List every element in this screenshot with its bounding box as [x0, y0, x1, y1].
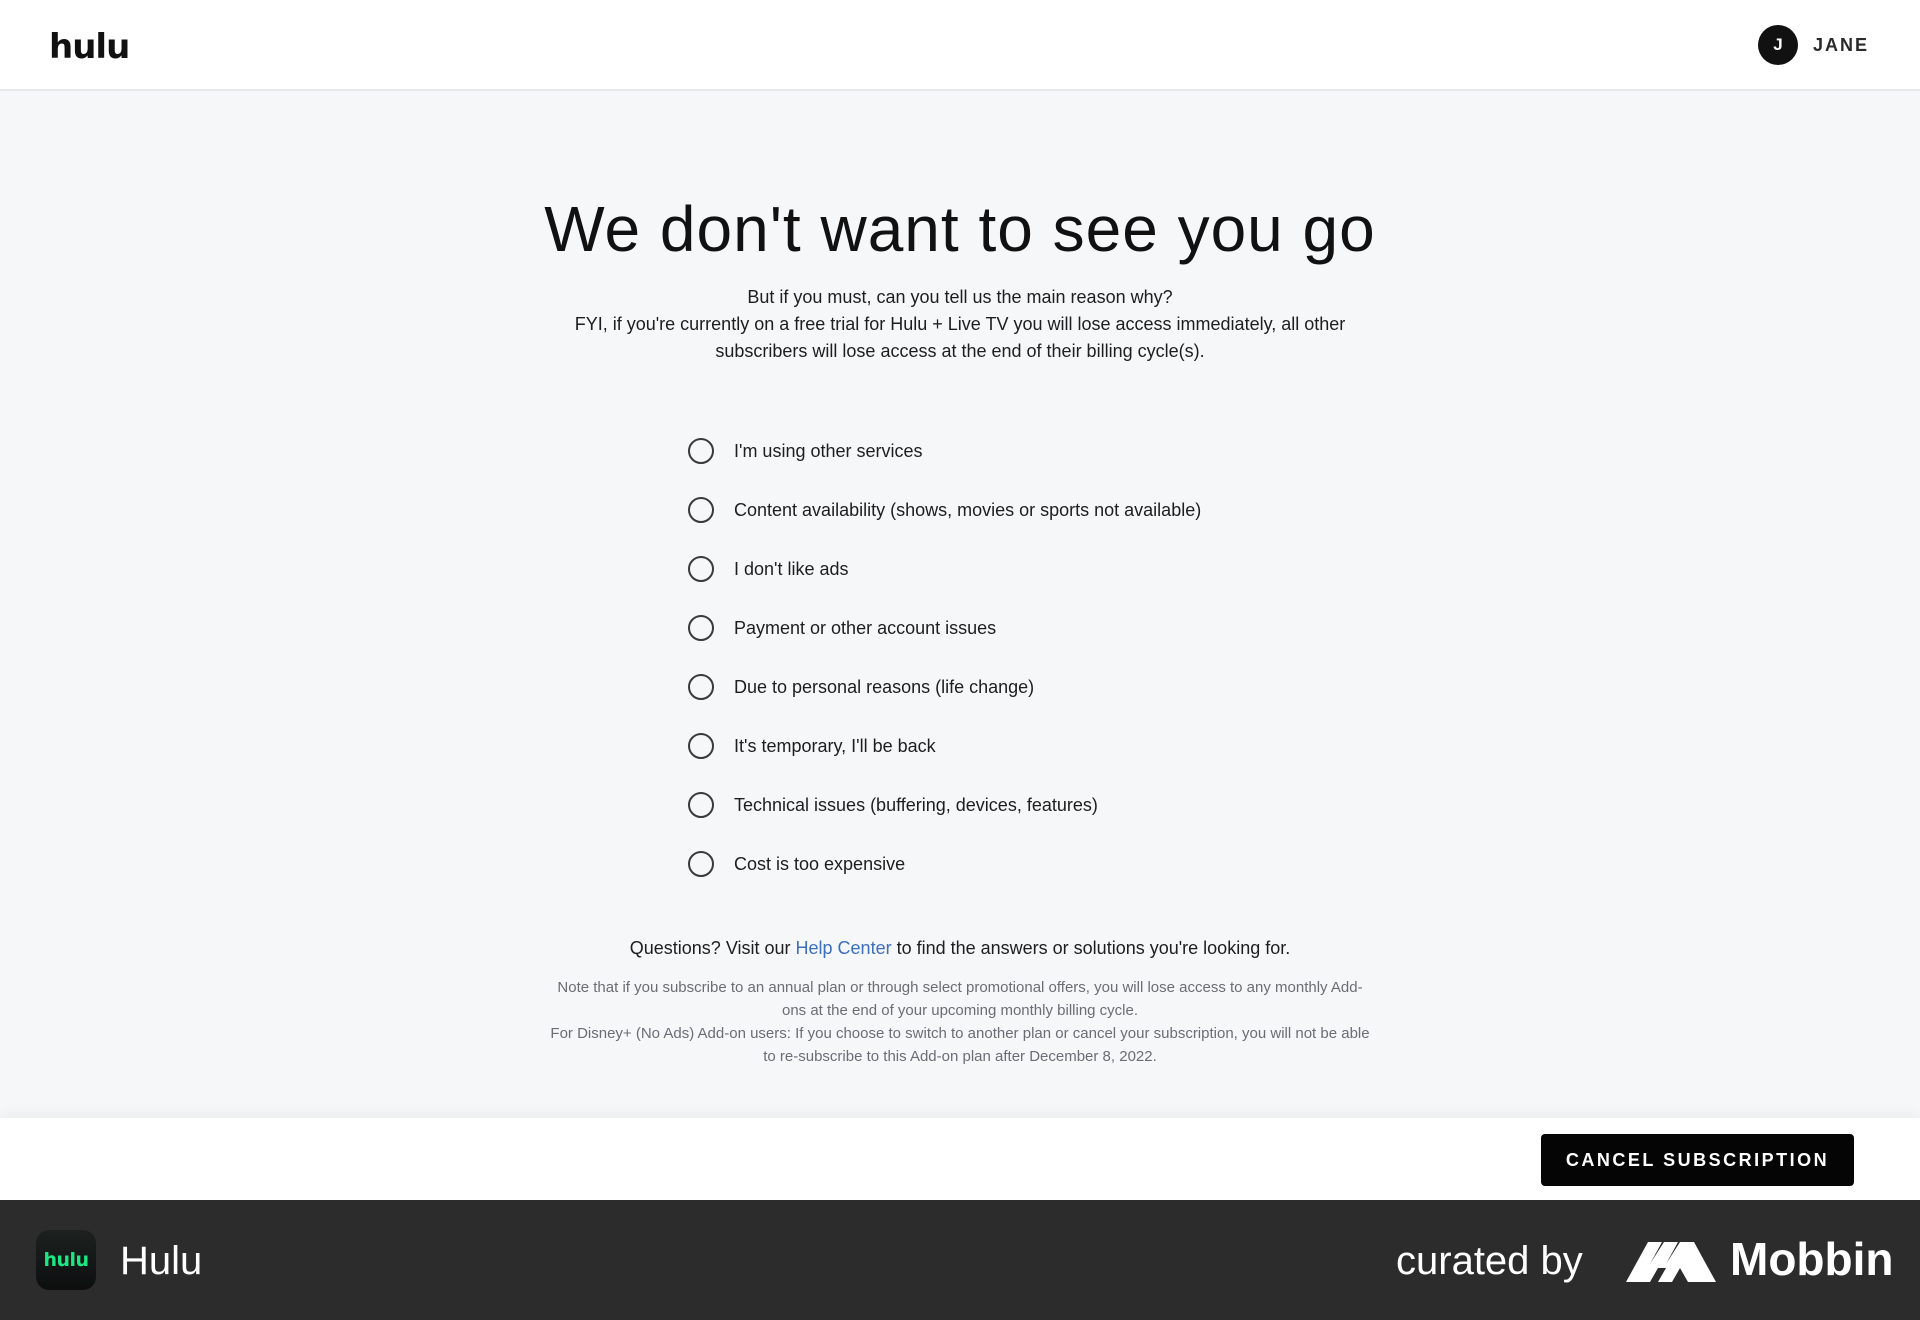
note-disney-addon: For Disney+ (No Ads) Add-on users: If yo… — [550, 1025, 1370, 1065]
reason-label: Cost is too expensive — [734, 853, 906, 874]
mobbin-logo-icon — [1626, 1242, 1716, 1282]
radio-button[interactable] — [688, 673, 714, 700]
reason-option[interactable]: It's temporary, I'll be back — [688, 716, 1388, 775]
page-title: We don't want to see you go — [544, 193, 1376, 265]
reason-option[interactable]: Content availability (shows, movies or s… — [688, 480, 1388, 539]
radio-button[interactable] — [688, 555, 714, 582]
hulu-logo[interactable]: hulu — [49, 28, 130, 66]
reason-label: Due to personal reasons (life change) — [734, 676, 1035, 697]
note-annual-plan: Note that if you subscribe to an annual … — [557, 979, 1363, 1019]
reason-label: I don't like ads — [734, 558, 849, 579]
radio-button[interactable] — [688, 850, 714, 877]
profile-name[interactable]: JANE — [1813, 35, 1869, 56]
reason-label: I'm using other services — [734, 440, 923, 461]
profile-menu[interactable]: J JANE — [1757, 25, 1869, 65]
reason-option[interactable]: Technical issues (buffering, devices, fe… — [688, 775, 1388, 834]
curation-footer: hulu Hulu curated by Mobbin — [0, 1200, 1920, 1320]
reason-option[interactable]: Cost is too expensive — [688, 834, 1388, 893]
reason-radio-group: I'm using other services Content availab… — [688, 421, 1388, 893]
avatar[interactable]: J — [1757, 25, 1798, 65]
reason-label: Payment or other account issues — [734, 617, 997, 638]
questions-prefix: Questions? Visit our — [629, 938, 796, 958]
reason-label: Technical issues (buffering, devices, fe… — [734, 794, 1098, 815]
curated-by-label: curated by — [1396, 1239, 1583, 1283]
reason-option[interactable]: I'm using other services — [688, 421, 1388, 480]
reason-option[interactable]: I don't like ads — [688, 539, 1388, 598]
questions-suffix: to find the answers or solutions you're … — [891, 938, 1291, 958]
hulu-app-icon: hulu — [36, 1230, 96, 1290]
reason-option[interactable]: Due to personal reasons (life change) — [688, 657, 1388, 716]
app-icon-text: hulu — [43, 1249, 89, 1271]
top-header: hulu J JANE — [0, 0, 1920, 91]
mobbin-brand-name: Mobbin — [1730, 1233, 1894, 1285]
subtitle-question: But if you must, can you tell us the mai… — [747, 287, 1173, 307]
radio-button[interactable] — [688, 496, 714, 523]
reason-label: Content availability (shows, movies or s… — [734, 499, 1202, 520]
subtitle-fyi: FYI, if you're currently on a free trial… — [574, 314, 1346, 361]
reason-label: It's temporary, I'll be back — [734, 735, 936, 756]
radio-button[interactable] — [688, 614, 714, 641]
sticky-action-bar: CANCEL SUBSCRIPTION — [0, 1118, 1920, 1200]
radio-button[interactable] — [688, 791, 714, 818]
fine-print-note: Note that if you subscribe to an annual … — [550, 976, 1370, 1068]
help-questions: Questions? Visit our Help Center to find… — [0, 938, 1920, 959]
radio-button[interactable] — [688, 732, 714, 759]
app-name: Hulu — [120, 1239, 203, 1283]
help-center-link[interactable]: Help Center — [796, 938, 892, 958]
radio-button[interactable] — [688, 437, 714, 464]
cancel-survey-page: We don't want to see you go But if you m… — [0, 91, 1920, 1118]
reason-option[interactable]: Payment or other account issues — [688, 598, 1388, 657]
page-subtitle: But if you must, can you tell us the mai… — [540, 284, 1380, 365]
cancel-subscription-button[interactable]: CANCEL SUBSCRIPTION — [1541, 1134, 1854, 1186]
